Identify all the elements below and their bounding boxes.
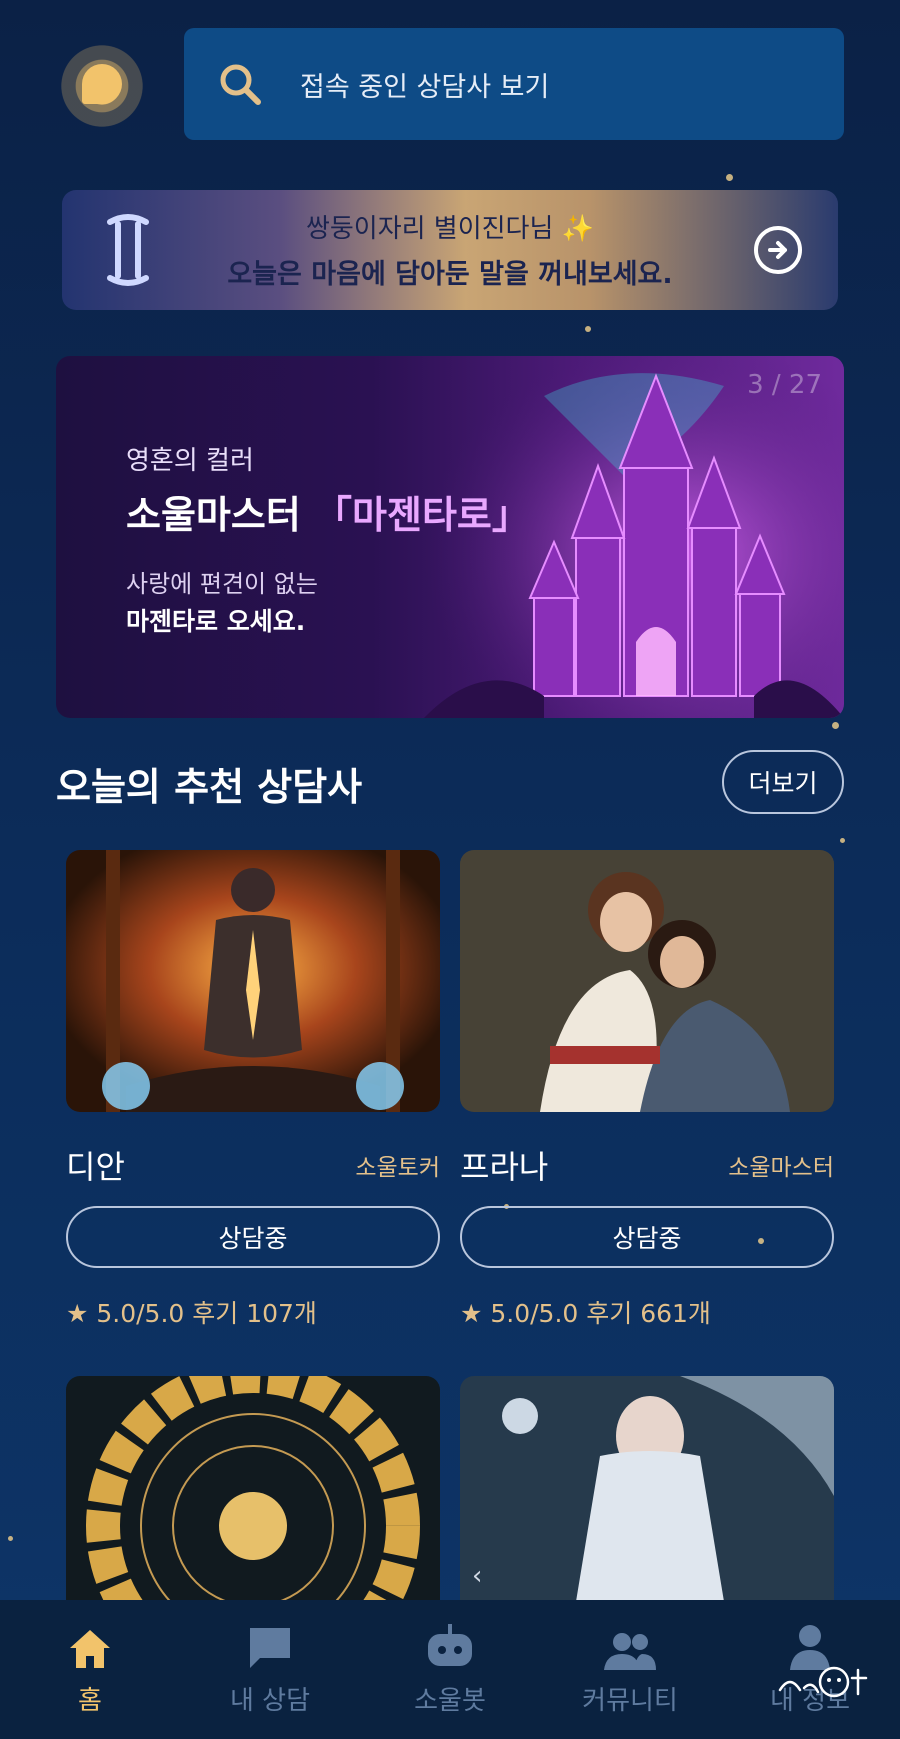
banner-title: 소울마스터 「마젠타로」 bbox=[126, 484, 530, 539]
counselor-name: 디안 bbox=[66, 1148, 125, 1186]
banner-pager: 3 / 27 bbox=[747, 370, 822, 400]
nav-label: 홈 bbox=[78, 1686, 102, 1716]
chat-icon bbox=[180, 1622, 360, 1670]
search-icon bbox=[220, 64, 261, 105]
more-button[interactable]: 더보기 bbox=[722, 750, 844, 814]
greeting-message: 오늘은 마음에 담아둔 말을 꺼내보세요. bbox=[227, 259, 673, 290]
counselor-card[interactable]: 프라나 소울마스터 상담중 ★ 5.0/5.0 후기 661개 bbox=[460, 850, 834, 1328]
greeting-name: 쌍둥이자리 별이진다님 ✨ bbox=[305, 214, 595, 244]
bottom-nav: 홈 내 상담 소울봇 커뮤니티 내 정보 bbox=[0, 1600, 900, 1739]
counselor-photo[interactable] bbox=[66, 850, 440, 1112]
counselor-card[interactable]: ‹ bbox=[460, 1376, 834, 1638]
counselor-rating: ★ 5.0/5.0 후기 661개 bbox=[460, 1299, 711, 1328]
counselor-card[interactable] bbox=[66, 1376, 440, 1638]
arrow-right-icon[interactable] bbox=[754, 226, 802, 274]
nav-label: 내 상담 bbox=[229, 1686, 311, 1716]
nav-soulbot[interactable]: 소울봇 bbox=[360, 1622, 540, 1717]
counselor-rating: ★ 5.0/5.0 후기 107개 bbox=[66, 1299, 317, 1328]
counselor-photo[interactable]: ‹ bbox=[460, 1376, 834, 1638]
nav-label: 소울봇 bbox=[414, 1686, 486, 1716]
counselor-photo[interactable] bbox=[460, 850, 834, 1112]
greeting-banner[interactable]: 쌍둥이자리 별이진다님 ✨ 오늘은 마음에 담아둔 말을 꺼내보세요. bbox=[62, 190, 838, 310]
banner-subtitle: 영혼의 컬러 bbox=[126, 446, 254, 476]
status-button[interactable]: 상담중 bbox=[66, 1206, 440, 1268]
counselor-level: 소울토커 bbox=[355, 1155, 440, 1181]
people-icon bbox=[540, 1622, 720, 1670]
counselor-photo[interactable] bbox=[66, 1376, 440, 1638]
nav-home[interactable]: 홈 bbox=[0, 1622, 180, 1717]
banner-title-prefix: 소울마스터 bbox=[126, 493, 301, 537]
section-title: 오늘의 추천 상담사 bbox=[56, 765, 363, 809]
promo-banner[interactable]: 3 / 27 영혼의 컬러 소울마스터 「마젠타로」 사랑에 편견이 없는 마젠… bbox=[56, 356, 844, 718]
svg-text:‹: ‹ bbox=[472, 1561, 482, 1591]
nav-label: 커뮤니티 bbox=[582, 1686, 678, 1716]
search-placeholder: 접속 중인 상담사 보기 bbox=[300, 71, 550, 103]
banner-title-highlight: 「마젠타로」 bbox=[314, 493, 530, 537]
home-icon bbox=[0, 1622, 180, 1670]
counselor-level: 소울마스터 bbox=[728, 1155, 834, 1181]
nav-community[interactable]: 커뮤니티 bbox=[540, 1622, 720, 1717]
counselor-card[interactable]: 디안 소울토커 상담중 ★ 5.0/5.0 후기 107개 bbox=[66, 850, 440, 1328]
watermark-doodle bbox=[778, 1666, 868, 1698]
app-logo[interactable] bbox=[56, 40, 148, 132]
chat-bubble-icon bbox=[82, 64, 122, 104]
search-bar[interactable]: 접속 중인 상담사 보기 bbox=[184, 28, 844, 140]
robot-icon bbox=[360, 1622, 540, 1670]
banner-desc-1: 사랑에 편견이 없는 bbox=[126, 570, 318, 598]
counselor-name: 프라나 bbox=[460, 1148, 549, 1186]
nav-my-consult[interactable]: 내 상담 bbox=[180, 1622, 360, 1717]
banner-desc-2: 마젠타로 오세요. bbox=[126, 607, 306, 636]
status-button[interactable]: 상담중 bbox=[460, 1206, 834, 1268]
